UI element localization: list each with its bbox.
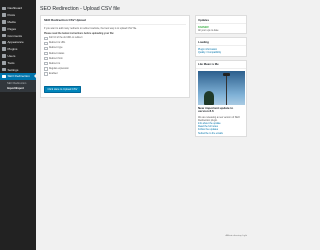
news-box: Lite Mean is Me New important update to … bbox=[195, 59, 247, 138]
field-label: Redirect to URL bbox=[49, 42, 66, 45]
field-checkbox[interactable] bbox=[44, 36, 48, 40]
sidebar-item-posts[interactable]: Posts bbox=[0, 12, 36, 19]
sidebar-item-tools[interactable]: Tools bbox=[0, 59, 36, 66]
field-row: Redirect status bbox=[44, 51, 186, 56]
sidebar-item-label: Pages bbox=[7, 26, 17, 31]
user-icon bbox=[2, 54, 6, 58]
field-row: Redirect type bbox=[44, 46, 186, 51]
sidebar-item-label: Plugins bbox=[7, 47, 18, 52]
lamp-head bbox=[222, 72, 230, 76]
sidebar-item-label: Comments bbox=[7, 33, 23, 38]
updates-box: Updates BANNED! All your ups to date bbox=[195, 15, 247, 35]
field-checkbox[interactable] bbox=[44, 61, 48, 66]
sidebar-item-label: Tools bbox=[7, 60, 15, 65]
tree-shape bbox=[203, 90, 214, 105]
updates-title: Updates bbox=[196, 16, 246, 24]
field-label: Redirect type bbox=[49, 47, 63, 50]
field-row: Redirect to bbox=[44, 61, 186, 66]
field-checkbox[interactable] bbox=[44, 67, 48, 71]
content-area: SEO Redirection - Upload CSV file SEO Re… bbox=[40, 6, 247, 237]
news-title: New important update to version 8.6 bbox=[198, 105, 234, 114]
sidebar-item-users[interactable]: Users bbox=[0, 53, 36, 60]
field-row: Redirect to URL bbox=[44, 41, 186, 46]
sidebar-item-label: Users bbox=[7, 53, 16, 58]
sidebar-item-comments[interactable]: Comments bbox=[0, 32, 36, 39]
settings-icon bbox=[2, 67, 6, 72]
sidebar-item-pages[interactable]: Pages bbox=[0, 25, 36, 32]
field-row: Full Url of the old URL to redirect bbox=[44, 36, 186, 40]
field-checkbox[interactable] bbox=[44, 46, 48, 51]
box-title: SEO Redirection CSV Upload bbox=[44, 18, 186, 25]
brush-icon bbox=[2, 40, 6, 45]
status-sub: All your ups to date bbox=[198, 28, 219, 32]
news-box-title: Lite Mean is Me bbox=[196, 61, 246, 69]
field-label: Full Url of the old URL to redirect bbox=[49, 37, 83, 40]
field-label: Enabled bbox=[49, 72, 58, 75]
submenu-item-import-export[interactable]: Import/Export bbox=[0, 86, 36, 91]
upload-csv-button[interactable]: Click Here to Upload CSV bbox=[44, 86, 81, 94]
field-list: Full Url of the old URL to redirect Redir… bbox=[44, 36, 186, 76]
sidebar-item-label: Settings bbox=[7, 67, 19, 72]
sidebar-item-seo-redirection[interactable]: SEO Redirection bbox=[0, 72, 36, 80]
loading-title: Loading bbox=[196, 38, 246, 47]
field-label: Redirect to bbox=[49, 62, 61, 65]
field-label: Regular expression bbox=[49, 67, 69, 70]
field-label: Redirect status bbox=[49, 52, 65, 55]
pushpin-icon bbox=[2, 13, 6, 17]
plugin-icon bbox=[2, 47, 6, 51]
intro-text: If you want to add many redirects to red… bbox=[44, 26, 137, 30]
field-row: Redirect from bbox=[44, 56, 186, 61]
lamp-pole bbox=[225, 74, 227, 105]
quality-link[interactable]: Quality / Compatibility bbox=[198, 51, 244, 54]
right-column: Updates BANNED! All your ups to date Loa… bbox=[195, 15, 247, 140]
sidebar-item-label: Media bbox=[7, 19, 16, 24]
field-checkbox[interactable] bbox=[44, 51, 48, 56]
sidebar-item-plugins[interactable]: Plugins bbox=[0, 46, 36, 53]
sidebar-item-dashboard[interactable]: Dashboard bbox=[0, 5, 36, 12]
sidebar-item-media[interactable]: Media bbox=[0, 19, 36, 26]
csv-upload-box: SEO Redirection CSV Upload If you want t… bbox=[40, 15, 190, 99]
media-icon bbox=[2, 20, 6, 24]
sidebar-item-settings[interactable]: Settings bbox=[0, 66, 36, 73]
wrench-icon bbox=[2, 61, 6, 65]
page-title: SEO Redirection - Upload CSV file bbox=[40, 6, 120, 12]
dashboard-icon bbox=[2, 6, 6, 11]
field-checkbox[interactable] bbox=[44, 41, 48, 46]
sidebar-item-label: Appearance bbox=[7, 40, 24, 45]
admin-sidebar: Dashboard Posts Media Pages Comments Appearan… bbox=[0, 0, 36, 250]
page-icon bbox=[2, 27, 6, 31]
field-checkbox[interactable] bbox=[44, 56, 48, 61]
redirect-icon bbox=[2, 74, 6, 79]
footer-note: Affiliate directory Light bbox=[225, 235, 247, 237]
news-image bbox=[197, 70, 245, 105]
field-checkbox[interactable] bbox=[44, 72, 48, 76]
field-row: Regular expression bbox=[44, 67, 186, 71]
submenu: SEO Redirection Import/Export bbox=[0, 79, 36, 92]
sidebar-item-label: Posts bbox=[7, 13, 16, 18]
news-link-4[interactable]: Subscribe to the emails bbox=[198, 132, 244, 135]
sidebar-item-label: SEO Redirection bbox=[7, 74, 30, 79]
sidebar-item-appearance[interactable]: Appearance bbox=[0, 39, 36, 46]
field-label: Redirect from bbox=[49, 57, 63, 60]
admin-menu: Dashboard Posts Media Pages Comments Appearan… bbox=[0, 5, 36, 92]
field-row: Enabled bbox=[44, 72, 186, 76]
comment-icon bbox=[2, 33, 6, 38]
instructions-note: Please read the below instructions befor… bbox=[44, 31, 115, 35]
loading-box: Loading Plugin information Quality / Com… bbox=[195, 37, 247, 57]
sidebar-item-label: Dashboard bbox=[7, 6, 23, 11]
